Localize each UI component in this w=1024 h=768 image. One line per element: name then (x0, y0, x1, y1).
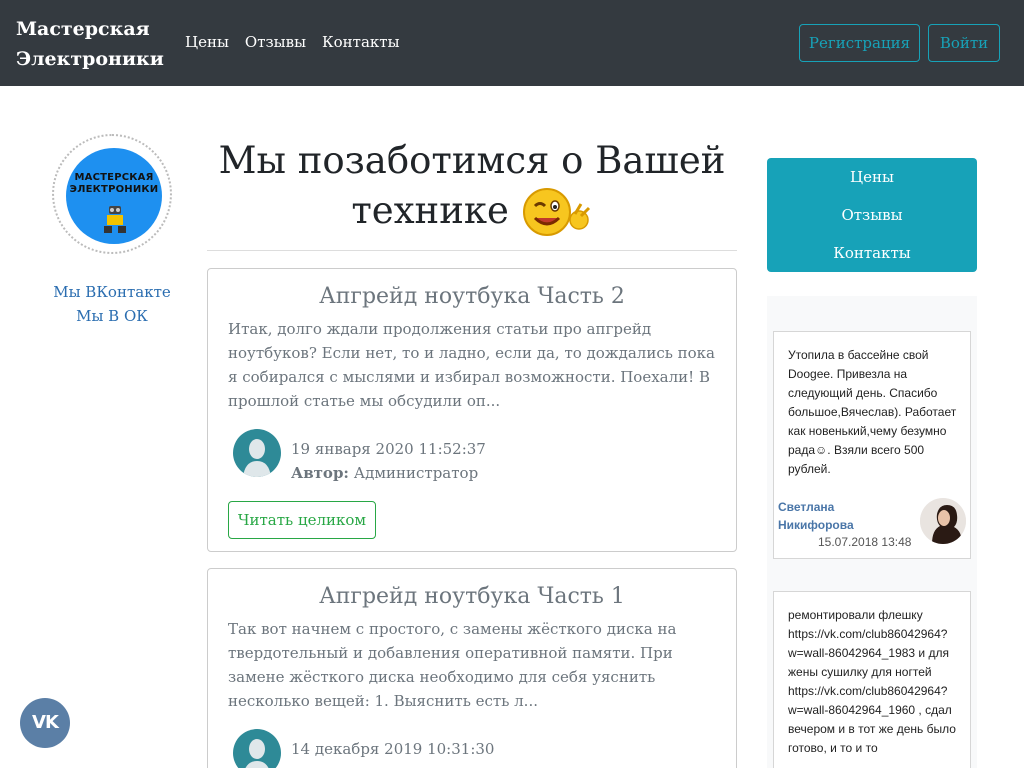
post-card: Апгрейд ноутбука Часть 2 Итак, долго жда… (207, 268, 737, 552)
top-navbar: Мастерская Электроники Цены Отзывы Конта… (0, 0, 1024, 86)
review-text: Утопила в бассейне свой Doogee. Привезла… (788, 348, 957, 476)
page-title-line2: технике (351, 189, 509, 232)
ok-link[interactable]: Мы В ОК (20, 304, 204, 328)
vk-link[interactable]: Мы ВКонтакте (20, 280, 204, 304)
nav-link-reviews[interactable]: Отзывы (245, 30, 306, 54)
user-silhouette-icon (243, 439, 271, 477)
nav-links: Цены Отзывы Контакты (185, 30, 400, 54)
post-author: Автор: Администратор (291, 461, 478, 485)
post-date: 14 декабря 2019 10:31:30 (291, 740, 495, 758)
side-menu-prices[interactable]: Цены (767, 158, 977, 196)
title-divider (207, 250, 737, 251)
nav-link-prices[interactable]: Цены (185, 30, 229, 54)
review-text: ремонтировали флешку https://vk.com/club… (788, 608, 956, 755)
author-avatar (233, 429, 281, 477)
review-card: Утопила в бассейне свой Doogee. Привезла… (773, 331, 971, 559)
author-name: Администратор (353, 464, 479, 482)
post-card: Апгрейд ноутбука Часть 1 Так вот начнем … (207, 568, 737, 768)
author-label: Автор: (291, 464, 349, 482)
nav-link-contacts[interactable]: Контакты (322, 30, 400, 54)
post-title[interactable]: Апгрейд ноутбука Часть 1 (208, 583, 736, 611)
logo-text-line1: МАСТЕРСКАЯ (74, 172, 154, 183)
post-excerpt: Итак, долго ждали продолжения статьи про… (228, 320, 715, 410)
reviewer-photo-icon (920, 498, 966, 544)
register-button[interactable]: Регистрация (799, 24, 920, 62)
post-date: 19 января 2020 11:52:37 (291, 440, 486, 458)
page-title: Мы позаботимся о Вашей технике (207, 136, 737, 240)
review-date: 15.07.2018 13:48 (818, 535, 912, 549)
social-links: Мы ВКонтакте Мы В ОК (20, 280, 204, 328)
vk-floating-button[interactable]: VK (20, 698, 70, 748)
author-avatar (233, 729, 281, 768)
reviewer-avatar[interactable] (920, 498, 966, 544)
side-menu-contacts[interactable]: Контакты (767, 234, 977, 272)
robot-icon (104, 206, 126, 233)
workshop-logo: МАСТЕРСКАЯ ЭЛЕКТРОНИКИ (52, 134, 172, 254)
login-button[interactable]: Войти (928, 24, 1000, 62)
page-title-line1: Мы позаботимся о Вашей (218, 139, 726, 182)
vk-reviews-widget: Утопила в бассейне свой Doogee. Привезла… (767, 296, 977, 768)
post-title[interactable]: Апгрейд ноутбука Часть 2 (208, 283, 736, 311)
post-excerpt: Так вот начнем с простого, с замены жёст… (228, 620, 677, 710)
review-author[interactable]: Светлана Никифорова (778, 498, 898, 534)
read-more-button[interactable]: Читать целиком (228, 501, 376, 539)
review-card: ремонтировали флешку https://vk.com/club… (773, 591, 971, 768)
wink-smiley-icon (522, 187, 590, 236)
brand-line1: Мастерская (16, 18, 150, 40)
brand-logo[interactable]: Мастерская Электроники (16, 14, 176, 74)
logo-text-line2: ЭЛЕКТРОНИКИ (69, 184, 159, 195)
brand-line2: Электроники (16, 48, 164, 70)
vk-icon: VK (32, 712, 59, 733)
user-silhouette-icon (245, 739, 269, 768)
side-menu-reviews[interactable]: Отзывы (767, 196, 977, 234)
